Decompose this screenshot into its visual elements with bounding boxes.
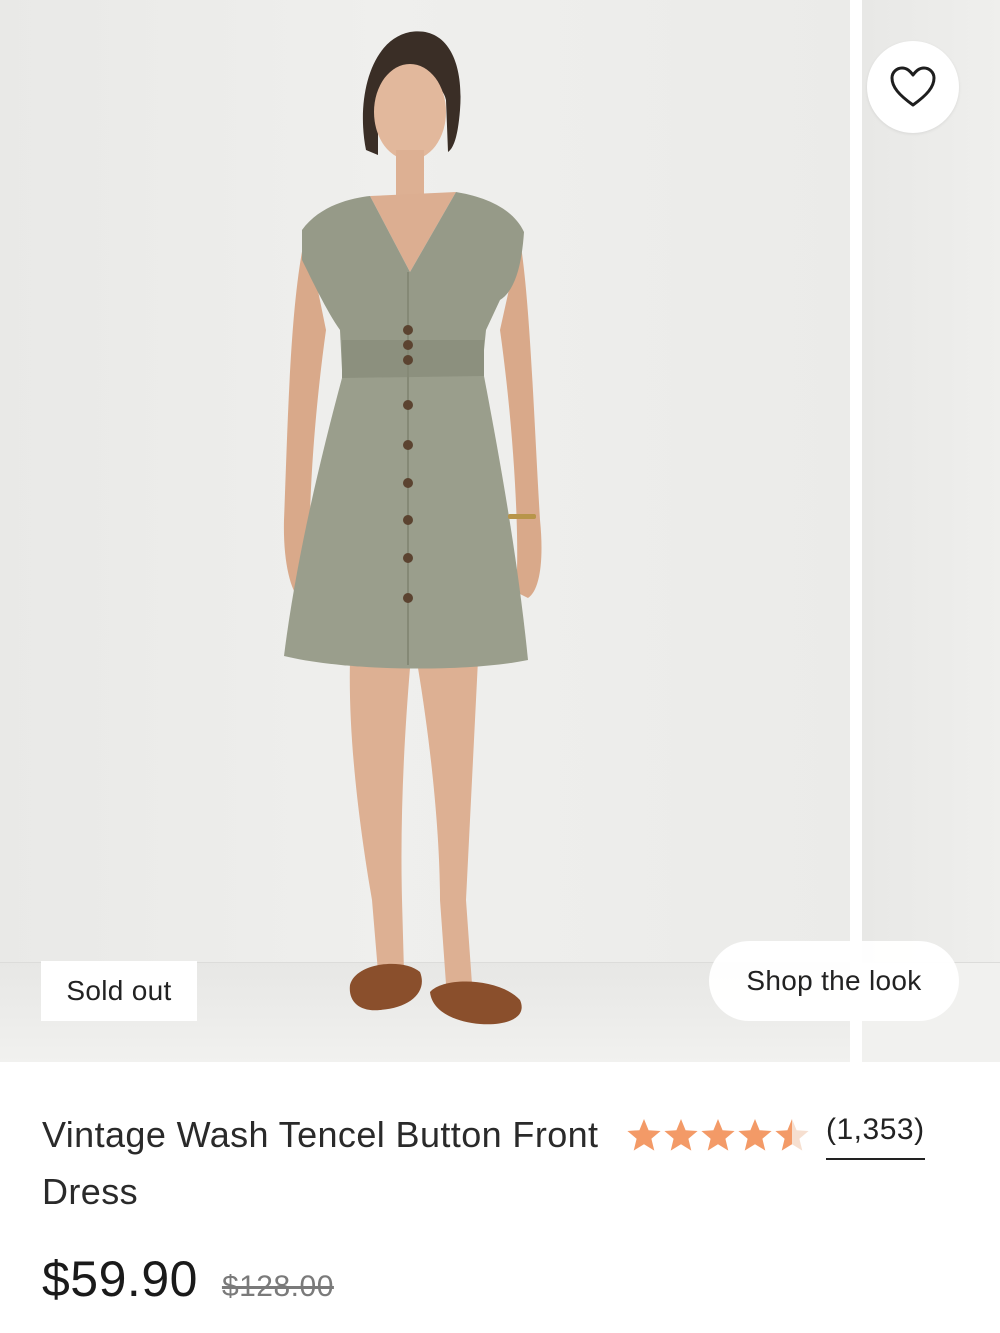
sold-out-badge: Sold out — [41, 961, 197, 1021]
shop-the-look-button[interactable]: Shop the look — [709, 941, 959, 1021]
next-product-image-preview[interactable] — [862, 0, 1000, 1062]
product-page: Sold out Shop the look Vintage Wash Tenc… — [0, 0, 1000, 1333]
rating-stars — [626, 1118, 810, 1152]
star-icon — [775, 1119, 809, 1151]
favorite-button[interactable] — [867, 41, 959, 133]
review-count-link[interactable]: (1,353) — [826, 1110, 925, 1160]
sale-price: $59.90 — [42, 1251, 198, 1307]
price-row: $59.90 $128.00 — [42, 1250, 334, 1308]
product-rating[interactable]: (1,353) — [626, 1110, 925, 1160]
product-image[interactable] — [0, 0, 850, 1062]
original-price: $128.00 — [221, 1270, 334, 1303]
product-title: Vintage Wash Tencel Button Front Dress — [42, 1114, 599, 1212]
product-image-carousel[interactable]: Sold out Shop the look — [0, 0, 1000, 1062]
star-icon — [701, 1119, 735, 1151]
model-wearing-dress-image — [283, 31, 542, 1025]
star-icon — [738, 1119, 772, 1151]
heart-outline-icon — [890, 66, 936, 107]
star-icon — [627, 1119, 661, 1151]
star-icon — [664, 1119, 698, 1151]
